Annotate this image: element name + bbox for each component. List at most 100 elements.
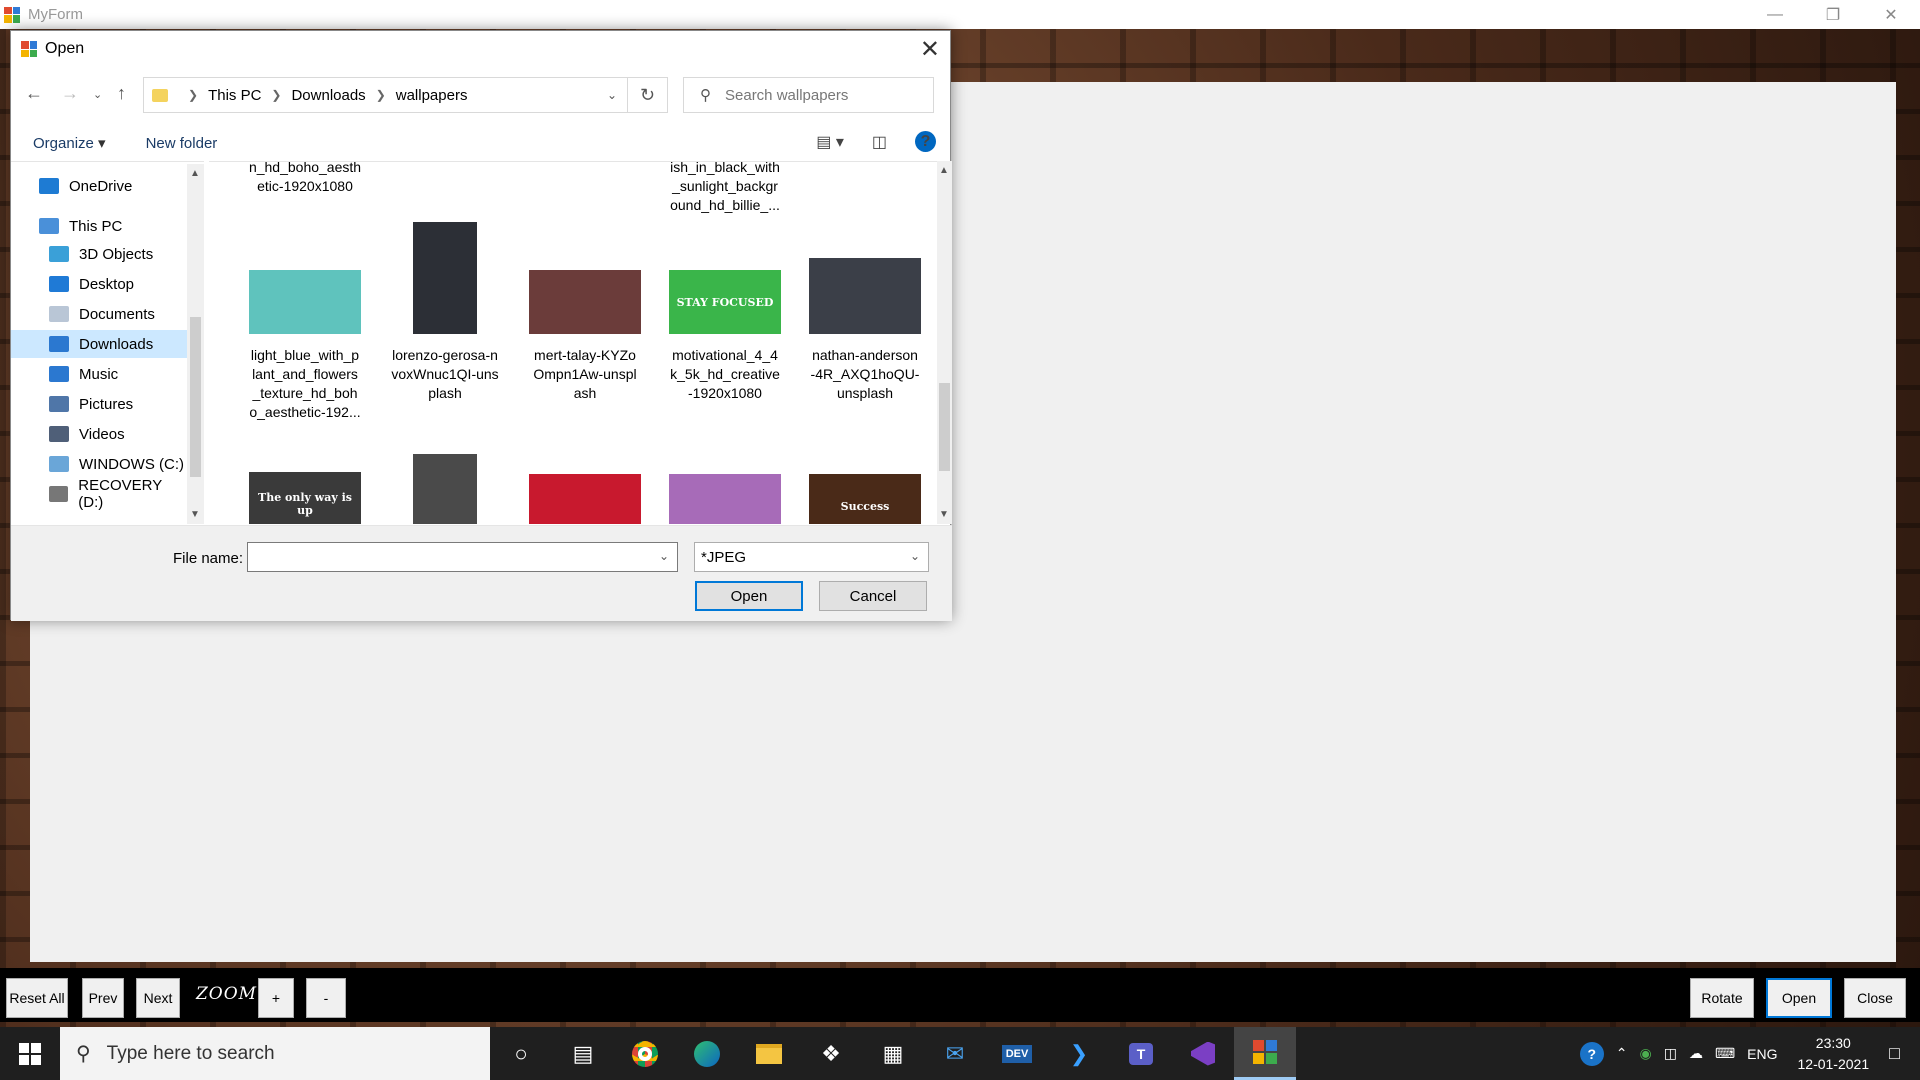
- file-name-label[interactable]: ish_in_black_with _sunlight_backgr ound_…: [661, 162, 789, 215]
- file-name-label[interactable]: light_blue_with_p lant_and_flowers _text…: [241, 346, 369, 422]
- prev-button[interactable]: Prev: [82, 978, 124, 1018]
- maximize-button[interactable]: ❐: [1804, 0, 1862, 29]
- clock[interactable]: 23:30 12-01-2021: [1798, 1033, 1870, 1075]
- breadcrumb-wallpapers[interactable]: wallpapers: [396, 87, 468, 104]
- search-wallpapers-input[interactable]: ⚲ Search wallpapers: [683, 77, 934, 113]
- nav-item-onedrive[interactable]: OneDrive: [11, 172, 187, 200]
- address-dropdown-icon[interactable]: ⌄: [607, 88, 617, 102]
- file-thumbnail[interactable]: STAY FOCUSED: [669, 270, 781, 334]
- zoom-out-button[interactable]: -: [306, 978, 346, 1018]
- store-icon[interactable]: ▦: [862, 1027, 924, 1080]
- file-name-dropdown-icon[interactable]: ⌄: [659, 549, 669, 563]
- preview-pane-icon[interactable]: ◫: [872, 132, 887, 152]
- devexpress-icon[interactable]: DEV: [986, 1027, 1048, 1080]
- myform-app-icon[interactable]: [1234, 1027, 1296, 1080]
- scroll-up-icon[interactable]: ▲: [190, 168, 200, 179]
- minimize-button[interactable]: —: [1746, 0, 1804, 29]
- cortana-icon[interactable]: ○: [490, 1027, 552, 1080]
- notification-icon[interactable]: □: [1889, 1043, 1900, 1064]
- start-button[interactable]: [0, 1027, 60, 1080]
- file-thumbnail[interactable]: [529, 270, 641, 334]
- new-folder-button[interactable]: New folder: [146, 135, 218, 152]
- nav-item-desktop[interactable]: Desktop: [11, 270, 187, 298]
- dialog-cancel-button[interactable]: Cancel: [819, 581, 927, 611]
- nav-item-pictures[interactable]: Pictures: [11, 390, 187, 418]
- breadcrumb-separator-icon: ❯: [188, 88, 199, 102]
- up-arrow-icon[interactable]: ↑: [117, 83, 126, 104]
- azure-icon[interactable]: ❯: [1048, 1027, 1110, 1080]
- nav-item-music[interactable]: Music: [11, 360, 187, 388]
- file-list: n_hd_boho_aesth etic-1920x1080 ish_in_bla…: [209, 161, 937, 524]
- nav-item-downloads[interactable]: Downloads: [11, 330, 187, 358]
- breadcrumb-this-pc[interactable]: This PC: [208, 87, 261, 104]
- file-name-label[interactable]: nathan-anderson -4R_AXQ1hoQU- unsplash: [801, 346, 929, 403]
- address-bar[interactable]: ❯ This PC ❯ Downloads ❯ wallpapers ⌄: [143, 77, 628, 113]
- mail-icon[interactable]: ✉: [924, 1027, 986, 1080]
- teams-icon[interactable]: T: [1110, 1027, 1172, 1080]
- keyboard-icon[interactable]: ⌨: [1715, 1045, 1735, 1062]
- scroll-up-icon[interactable]: ▲: [939, 165, 949, 176]
- file-type-dropdown-icon[interactable]: ⌄: [910, 549, 920, 563]
- file-type-select[interactable]: *JPEG ⌄: [694, 542, 929, 572]
- nav-item-documents[interactable]: Documents: [11, 300, 187, 328]
- file-name-label[interactable]: lorenzo-gerosa-n voxWnuc1QI-uns plash: [381, 346, 509, 403]
- file-list-scrollbar[interactable]: ▲ ▼: [937, 161, 952, 524]
- chrome-icon[interactable]: [614, 1027, 676, 1080]
- nav-pane-scrollbar[interactable]: ▲ ▼: [187, 164, 204, 524]
- task-view-icon[interactable]: ▤: [552, 1027, 614, 1080]
- rotate-button[interactable]: Rotate: [1690, 978, 1754, 1018]
- open-button[interactable]: Open: [1766, 978, 1832, 1018]
- file-thumbnail[interactable]: [809, 258, 921, 334]
- recent-locations-chevron-icon[interactable]: ⌄: [93, 88, 102, 101]
- close-window-button[interactable]: ✕: [1862, 0, 1920, 29]
- dialog-close-button[interactable]: ✕: [920, 35, 940, 64]
- file-thumbnail[interactable]: [669, 474, 781, 524]
- next-button[interactable]: Next: [136, 978, 180, 1018]
- nav-item-this-pc[interactable]: This PC: [11, 212, 187, 240]
- app-title-bar: MyForm — ❐ ✕: [0, 0, 1920, 29]
- nav-item-3d-objects[interactable]: 3D Objects: [11, 240, 187, 268]
- edge-icon[interactable]: [676, 1027, 738, 1080]
- scroll-down-icon[interactable]: ▼: [190, 509, 200, 520]
- visual-studio-icon[interactable]: [1172, 1027, 1234, 1080]
- onedrive-icon[interactable]: ☁: [1689, 1045, 1703, 1062]
- file-thumbnail[interactable]: Success: [809, 474, 921, 524]
- close-button[interactable]: Close: [1844, 978, 1906, 1018]
- nav-item-windows-c[interactable]: WINDOWS (C:): [11, 450, 187, 478]
- view-options-icon[interactable]: ▤ ▾: [816, 132, 844, 152]
- file-explorer-icon[interactable]: [738, 1027, 800, 1080]
- nav-item-videos[interactable]: Videos: [11, 420, 187, 448]
- back-arrow-icon[interactable]: ←: [25, 83, 43, 104]
- nav-scroll-thumb[interactable]: [190, 317, 201, 477]
- file-thumbnail[interactable]: [413, 222, 477, 334]
- scroll-down-icon[interactable]: ▼: [939, 509, 949, 520]
- file-name-label[interactable]: mert-talay-KYZo Ompn1Aw-unspl ash: [521, 346, 649, 403]
- file-thumbnail[interactable]: [249, 270, 361, 334]
- breadcrumb-downloads[interactable]: Downloads: [291, 87, 365, 104]
- nav-item-label: WINDOWS (C:): [79, 455, 184, 473]
- nav-item-recovery-d[interactable]: RECOVERY (D:): [11, 477, 187, 511]
- taskbar-search[interactable]: ⚲ Type here to search: [60, 1027, 490, 1080]
- file-name-label[interactable]: motivational_4_4 k_5k_hd_creative -1920x…: [661, 346, 789, 403]
- help-tray-icon[interactable]: ?: [1579, 1041, 1604, 1066]
- command-bar: Organize New folder ▤ ▾ ◫ ?: [11, 125, 952, 161]
- file-name-label[interactable]: n_hd_boho_aesth etic-1920x1080: [241, 162, 369, 196]
- shield-icon[interactable]: ◉: [1639, 1045, 1651, 1062]
- usb-icon[interactable]: ◫: [1664, 1045, 1677, 1062]
- file-thumbnail[interactable]: [529, 474, 641, 524]
- zoom-in-button[interactable]: +: [258, 978, 294, 1018]
- help-icon[interactable]: ?: [915, 131, 936, 152]
- dropbox-icon[interactable]: ❖: [800, 1027, 862, 1080]
- forward-arrow-icon[interactable]: →: [61, 83, 79, 104]
- navigation-pane: ▲ ▼ OneDrive This PC 3D Objects Desktop Docu…: [11, 161, 204, 524]
- refresh-icon[interactable]: ↻: [628, 77, 668, 113]
- file-scroll-thumb[interactable]: [939, 383, 950, 471]
- dialog-open-button[interactable]: Open: [695, 581, 803, 611]
- language-indicator[interactable]: ENG: [1747, 1046, 1777, 1062]
- organize-menu[interactable]: Organize: [33, 134, 106, 152]
- file-thumbnail[interactable]: [413, 454, 477, 524]
- file-name-input[interactable]: ⌄: [247, 542, 678, 572]
- file-thumbnail[interactable]: The only way is up: [249, 472, 361, 524]
- chevron-up-icon[interactable]: ⌃: [1616, 1045, 1628, 1062]
- reset-all-button[interactable]: Reset All: [6, 978, 68, 1018]
